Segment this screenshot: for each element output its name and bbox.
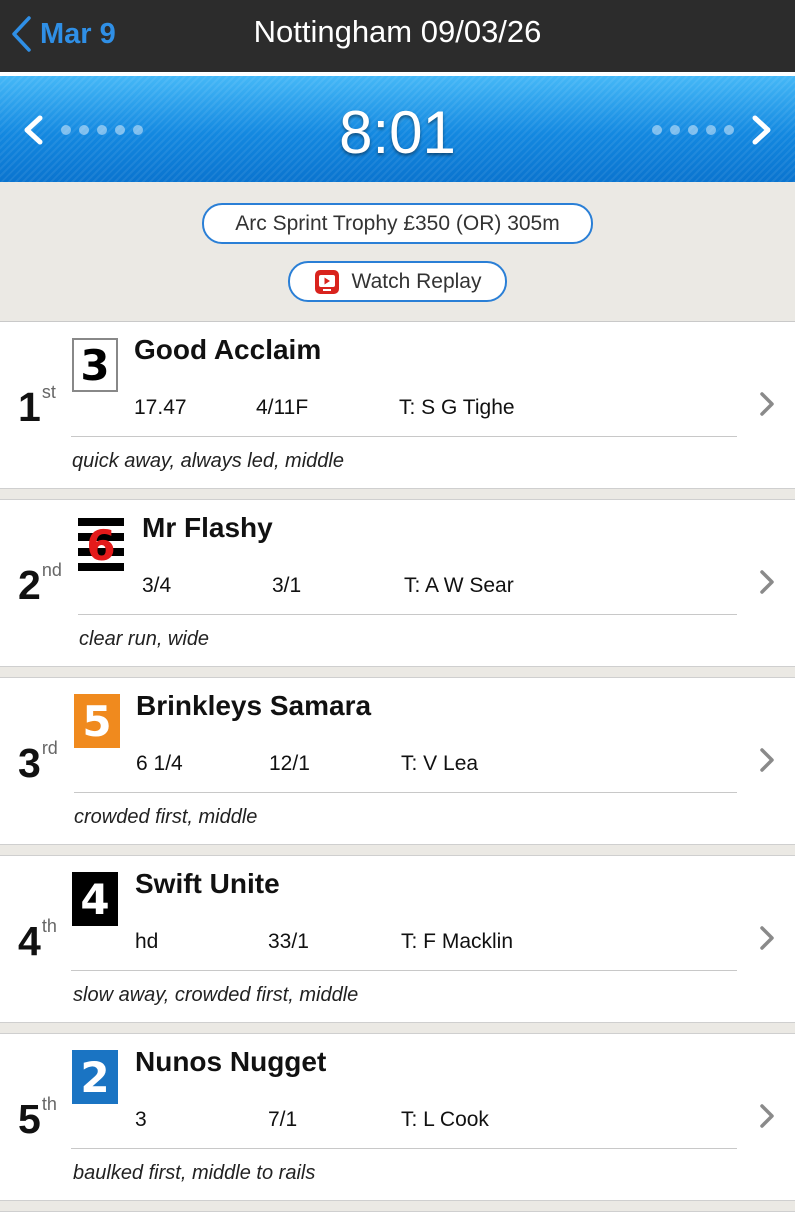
race-time-bar: 8:01 (0, 76, 795, 182)
race-comment: quick away, always led, middle (72, 450, 344, 472)
result-row[interactable]: 1st 3 Good Acclaim 17.47 4/11F T: S G Ti… (0, 322, 795, 500)
result-row[interactable]: 5th 2 Nunos Nugget 3 7/1 T: L Cook baulk… (0, 1034, 795, 1212)
row-divider (71, 1148, 737, 1149)
starting-price: 4/11F (256, 396, 309, 419)
trap-number-badge: 3 (72, 338, 118, 392)
chevron-right-icon (760, 392, 774, 416)
trap-number-badge: 2 (72, 1050, 118, 1104)
watch-replay-label: Watch Replay (351, 269, 482, 293)
trainer-name: T: A W Sear (404, 574, 514, 597)
result-row[interactable]: 2nd 6 Mr Flashy 3/4 3/1 T: A W Sear clea… (0, 500, 795, 678)
next-races-dots (652, 125, 734, 135)
finish-position: 2nd (18, 560, 62, 608)
race-comment: clear run, wide (79, 628, 210, 650)
result-row[interactable]: 3rd 5 Brinkleys Samara 6 1/4 12/1 T: V L… (0, 678, 795, 856)
finish-position: 4th (18, 916, 57, 964)
results-list: 1st 3 Good Acclaim 17.47 4/11F T: S G Ti… (0, 322, 795, 1212)
starting-price: 3/1 (272, 574, 302, 597)
starting-price: 12/1 (269, 752, 310, 775)
race-info-panel: Arc Sprint Trophy £350 (OR) 305m Watch R… (0, 182, 795, 322)
video-replay-icon (314, 269, 339, 294)
page-title: Nottingham 09/03/26 (253, 14, 542, 49)
finish-position: 1st (18, 382, 56, 430)
starting-price: 33/1 (268, 930, 309, 953)
greyhound-name: Nunos Nugget (135, 1046, 327, 1077)
row-divider (74, 792, 737, 793)
race-time-or-distance: 6 1/4 (136, 752, 183, 775)
navigation-bar: Mar 9 Nottingham 09/03/26 (0, 0, 795, 72)
race-time-or-distance: hd (135, 930, 159, 953)
greyhound-name: Good Acclaim (134, 334, 322, 365)
finish-position: 5th (18, 1094, 57, 1142)
trainer-name: T: V Lea (401, 752, 479, 775)
chevron-right-icon (760, 926, 774, 950)
trap-number-badge: 4 (72, 872, 118, 926)
race-description-badge: Arc Sprint Trophy £350 (OR) 305m (202, 203, 593, 244)
chevron-right-icon (760, 748, 774, 772)
race-comment: slow away, crowded first, middle (73, 984, 359, 1006)
race-comment: crowded first, middle (74, 806, 258, 828)
race-time-or-distance: 17.47 (134, 396, 187, 419)
greyhound-name: Mr Flashy (142, 512, 273, 543)
row-divider (78, 614, 737, 615)
race-comment: baulked first, middle to rails (73, 1162, 316, 1184)
row-divider (71, 436, 737, 437)
next-race-arrow-icon[interactable] (741, 110, 781, 150)
trainer-name: T: S G Tighe (399, 396, 515, 419)
trap-number-badge: 6 (78, 518, 124, 572)
chevron-right-icon (760, 570, 774, 594)
starting-price: 7/1 (268, 1108, 298, 1131)
race-time-or-distance: 3/4 (142, 574, 172, 597)
row-divider (71, 970, 737, 971)
trap-number-badge: 5 (74, 694, 120, 748)
race-time-or-distance: 3 (135, 1108, 147, 1131)
finish-position: 3rd (18, 738, 58, 786)
greyhound-name: Brinkleys Samara (136, 690, 372, 721)
trainer-name: T: F Macklin (401, 930, 514, 953)
result-row[interactable]: 4th 4 Swift Unite hd 33/1 T: F Macklin s… (0, 856, 795, 1034)
greyhound-name: Swift Unite (135, 868, 280, 899)
watch-replay-button[interactable]: Watch Replay (288, 261, 507, 302)
chevron-right-icon (760, 1104, 774, 1128)
trainer-name: T: L Cook (401, 1108, 489, 1131)
